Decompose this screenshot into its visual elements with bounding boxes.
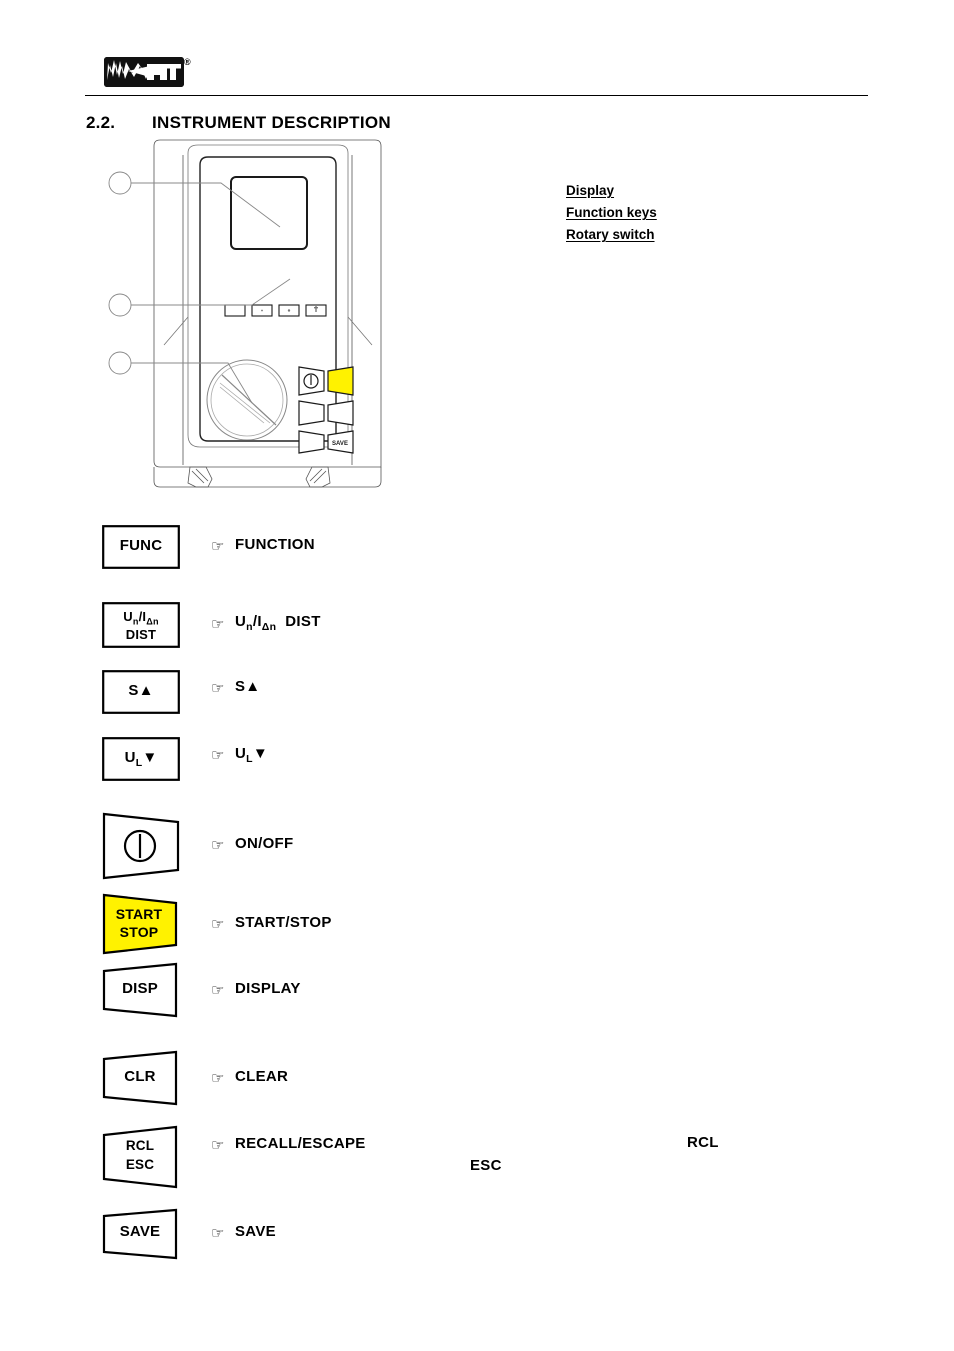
key-label-esc: ESC	[125, 1157, 155, 1172]
ht-waveform-logo-icon	[104, 57, 184, 87]
key-art-un-idn-dist: Un/IΔn DIST	[102, 602, 180, 648]
key-art-rcl-esc: RCL ESC	[102, 1125, 180, 1189]
key-desc-s-up: S▲	[235, 678, 261, 695]
pointer-hand-icon: ☞	[211, 616, 225, 633]
instrument-front-panel: SAVE	[100, 135, 435, 505]
key-art-start-stop: START STOP	[102, 893, 180, 955]
stray-text-esc: ESC	[470, 1157, 502, 1174]
page-title: INSTRUMENT DESCRIPTION	[152, 113, 391, 132]
svg-text:SAVE: SAVE	[332, 441, 348, 447]
key-label-rcl: RCL	[125, 1138, 155, 1153]
key-label-clr: CLR	[124, 1068, 156, 1085]
key-desc-save: SAVE	[235, 1223, 276, 1240]
callout-label-list: Display Function keys Rotary switch	[566, 180, 826, 246]
key-desc-display: DISPLAY	[235, 980, 301, 997]
header-divider	[85, 95, 868, 96]
pointer-hand-icon: ☞	[211, 538, 225, 555]
pointer-hand-icon: ☞	[211, 837, 225, 854]
key-art-s-up: S▲	[102, 670, 180, 714]
pointer-hand-icon: ☞	[211, 1137, 225, 1154]
page-root: ® 2.2. INSTRUMENT DESCRIPTION SAVE Displ…	[0, 0, 954, 1351]
callout-label-display: Display	[566, 183, 615, 198]
key-art-disp: DISP	[102, 962, 180, 1018]
key-desc-ul-down: UL▼	[235, 745, 269, 765]
key-label-disp: DISP	[122, 980, 158, 997]
key-art-on-off	[102, 812, 180, 880]
stray-text-rcl: RCL	[687, 1134, 719, 1151]
instrument-diagram: SAVE	[108, 139, 382, 488]
key-label-func: FUNC	[119, 537, 163, 554]
key-art-func: FUNC	[102, 525, 180, 569]
pointer-hand-icon: ☞	[211, 982, 225, 999]
key-art-save: SAVE	[102, 1208, 180, 1260]
callout-label-function-keys: Function keys	[566, 205, 657, 220]
key-art-ul-down: UL▼	[102, 737, 180, 781]
key-desc-recall-escape: RECALL/ESCAPE	[235, 1135, 366, 1152]
section-number: 2.2.	[86, 113, 116, 132]
key-label-ul-down: UL▼	[124, 749, 158, 769]
pointer-hand-icon: ☞	[211, 1225, 225, 1242]
key-label-stop: STOP	[119, 924, 159, 940]
rotary-switch-knob	[206, 359, 288, 441]
key-label-start: START	[115, 906, 163, 922]
key-desc-on-off: ON/OFF	[235, 835, 294, 852]
key-label-un-idn: Un/IΔn	[123, 609, 159, 627]
key-label-save: SAVE	[119, 1223, 161, 1240]
key-label-dist: DIST	[125, 627, 157, 642]
key-desc-start-stop: START/STOP	[235, 914, 332, 931]
callout-label-rotary-switch: Rotary switch	[566, 227, 655, 242]
key-desc-un-idn-dist: Un/IΔn DIST	[235, 613, 321, 633]
key-label-s-up: S▲	[128, 682, 154, 699]
ht-logo	[104, 57, 184, 87]
pointer-hand-icon: ☞	[211, 747, 225, 764]
key-desc-clear: CLEAR	[235, 1068, 289, 1085]
registered-trademark-icon: ®	[184, 57, 191, 67]
pointer-hand-icon: ☞	[211, 916, 225, 933]
pointer-hand-icon: ☞	[211, 680, 225, 697]
display-screen	[230, 176, 308, 250]
pointer-hand-icon: ☞	[211, 1070, 225, 1087]
key-desc-function: FUNCTION	[235, 536, 315, 553]
key-art-clr: CLR	[102, 1050, 180, 1106]
